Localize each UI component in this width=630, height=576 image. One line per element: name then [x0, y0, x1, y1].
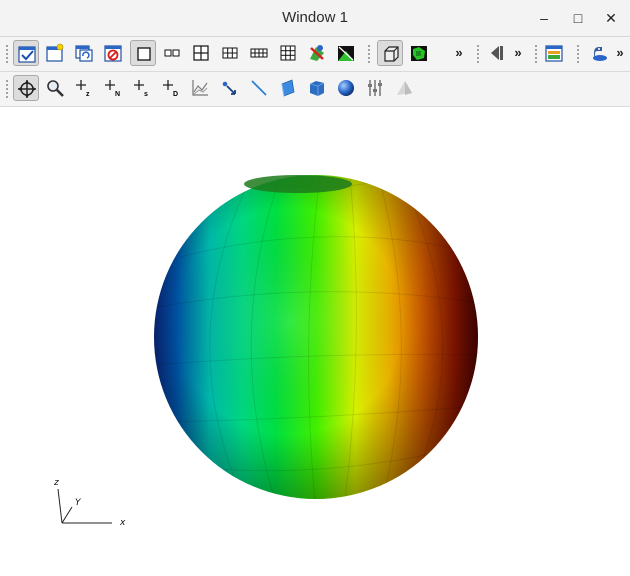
point-tool-button[interactable] [216, 75, 242, 101]
colormap-button[interactable] [541, 40, 567, 66]
interaction-toolbar: z N s D [0, 72, 630, 107]
zoom-icon [47, 80, 64, 97]
node-pick-label: N [115, 91, 120, 98]
domain-pick-label: D [173, 91, 178, 98]
single-view-layout-button[interactable] [130, 40, 156, 66]
lineout-icon [192, 80, 208, 96]
stop-view-icon [104, 45, 122, 62]
toolbar-grip[interactable] [476, 44, 480, 64]
new-view-button[interactable] [42, 40, 68, 66]
spreadsheet-pick-label: s [144, 91, 148, 98]
visualization-window[interactable]: x Y z [0, 107, 630, 571]
line-tool-button[interactable] [246, 75, 272, 101]
colormap-icon [545, 45, 563, 62]
extents-tool-button[interactable] [391, 75, 417, 101]
zone-pick-icon: z [76, 80, 90, 98]
z-axis-label: z [53, 478, 59, 488]
plane-tool-icon [281, 79, 295, 97]
point-tool-icon [222, 81, 236, 95]
toolbar-grip[interactable] [5, 44, 9, 64]
toolbar-overflow-button[interactable]: » [453, 45, 465, 60]
domain-pick-button[interactable]: D [158, 75, 184, 101]
toolbar-overflow-button[interactable]: » [614, 45, 626, 60]
box-outline-button[interactable] [377, 40, 403, 66]
zone-pick-button[interactable]: z [71, 75, 97, 101]
image-icon [338, 46, 354, 61]
toolbar-grip[interactable] [576, 44, 580, 64]
close-button[interactable]: ✕ [600, 8, 622, 28]
render-mode-button[interactable] [406, 40, 432, 66]
zoom-mode-button[interactable] [42, 75, 68, 101]
navigate-icon [18, 80, 36, 98]
four-view-layout-icon [193, 45, 209, 61]
nine-view-layout-button[interactable] [275, 40, 301, 66]
minimize-button[interactable]: – [533, 8, 555, 28]
render-mode-icon [411, 46, 427, 61]
axis-restriction-tool-icon [368, 80, 382, 96]
image-button[interactable] [333, 40, 359, 66]
axis-restriction-tool-button[interactable] [362, 75, 388, 101]
four-view-layout-button[interactable] [188, 40, 214, 66]
python-button[interactable] [586, 40, 612, 66]
refresh-view-icon [75, 45, 93, 62]
box-tool-icon [309, 81, 325, 96]
sphere-plot[interactable]: x Y z [0, 107, 630, 571]
python-icon [593, 47, 607, 61]
box-outline-icon [384, 46, 399, 62]
new-view-icon [46, 43, 64, 62]
navigate-mode-button[interactable] [13, 75, 39, 101]
axis-triad: x Y z [53, 478, 126, 528]
sphere-surface [154, 175, 478, 499]
main-toolbar: » » » [0, 37, 630, 72]
plane-tool-button[interactable] [275, 75, 301, 101]
eight-view-layout-button[interactable] [246, 40, 272, 66]
two-view-layout-icon [164, 49, 180, 57]
node-pick-button[interactable]: N [100, 75, 126, 101]
toolbar-grip[interactable] [367, 44, 371, 64]
box-tool-button[interactable] [304, 75, 330, 101]
eight-view-layout-icon [250, 48, 268, 58]
sphere-top-cap [244, 175, 352, 193]
title-bar: Window 1 – □ ✕ [0, 0, 630, 37]
lineout-button[interactable] [187, 75, 213, 101]
select-tool-button[interactable] [13, 40, 39, 66]
zone-pick-label: z [86, 91, 90, 98]
select-tool-icon [18, 46, 36, 63]
animation-back-button[interactable] [483, 40, 509, 66]
six-view-layout-button[interactable] [217, 40, 243, 66]
six-view-layout-icon [222, 47, 238, 59]
line-tool-icon [251, 80, 267, 96]
maximize-button[interactable]: □ [567, 8, 589, 28]
refresh-view-button[interactable] [71, 40, 97, 66]
node-pick-icon: N [105, 80, 120, 98]
x-axis-label: x [119, 518, 126, 528]
lock-view-button[interactable] [304, 40, 330, 66]
extents-tool-icon [397, 81, 412, 95]
lock-view-icon [310, 45, 324, 61]
spreadsheet-pick-button[interactable]: s [129, 75, 155, 101]
animation-back-icon [491, 46, 503, 60]
nine-view-layout-icon [280, 45, 296, 61]
toolbar-grip[interactable] [5, 79, 9, 99]
two-view-layout-button[interactable] [159, 40, 185, 66]
domain-pick-icon: D [163, 80, 178, 98]
toolbar-overflow-button[interactable]: » [512, 45, 524, 60]
toolbar-grip[interactable] [534, 44, 538, 64]
y-axis-label: Y [75, 498, 82, 508]
sphere-tool-button[interactable] [333, 75, 359, 101]
spreadsheet-pick-icon: s [134, 80, 148, 98]
single-view-layout-icon [137, 47, 151, 61]
stop-view-button[interactable] [100, 40, 126, 66]
sphere-tool-icon [338, 80, 354, 96]
